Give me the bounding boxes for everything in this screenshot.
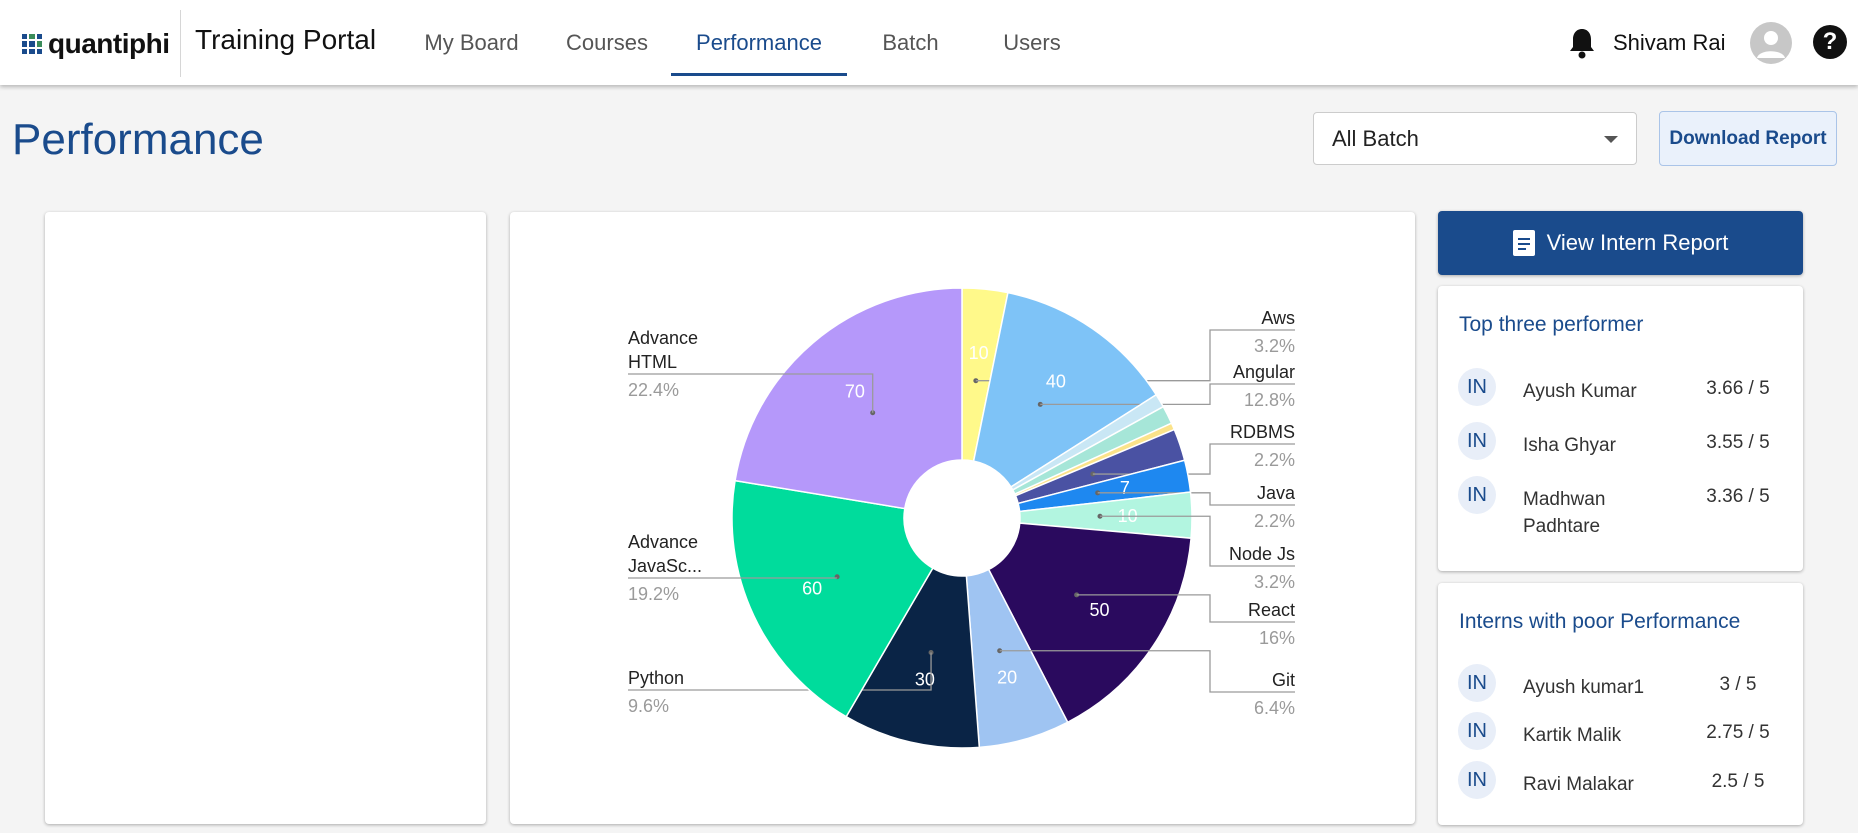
performer-score: 2.75 / 5 [1706, 722, 1770, 743]
logo-text: quantiphi [48, 28, 170, 59]
slice-value-label: 50 [1090, 600, 1110, 620]
performer-score: 2.5 / 5 [1711, 771, 1765, 792]
slice-category-label: JavaSc... [628, 556, 702, 576]
initials-badge: IN [1458, 368, 1496, 406]
top-performers-title: Top three performer [1459, 313, 1644, 336]
main-nav: My Board Courses Performance Batch Users [400, 0, 1090, 85]
performer-score: 3.36 / 5 [1706, 486, 1770, 507]
batch-select-value: All Batch [1332, 125, 1419, 151]
brand-logo[interactable]: quantiphi [22, 28, 170, 59]
bell-icon[interactable] [1568, 27, 1596, 59]
performer-name: Isha Ghyar [1523, 435, 1616, 456]
slice-category-label: Angular [1233, 362, 1295, 382]
slice-category-label: Aws [1261, 308, 1295, 328]
user-name[interactable]: Shivam Rai [1613, 30, 1725, 56]
course-performance-chart-card: 10 Aws 3.2% 40 Angular 12.8% RDBMS 2.2% 7 Java 2.2… [510, 212, 1415, 824]
slice-percent-label: 16% [1259, 628, 1295, 648]
slice-percent-label: 2.2% [1254, 450, 1295, 470]
slice-value-label: 7 [1120, 478, 1130, 498]
slice-percent-label: 3.2% [1254, 572, 1295, 592]
initials-badge: IN [1458, 664, 1496, 702]
app-title: Training Portal [195, 24, 377, 55]
slice-percent-label: 22.4% [628, 380, 679, 400]
performer-score: 3 / 5 [1719, 674, 1757, 695]
logo-mark-icon [22, 34, 42, 54]
slice-value-label: 10 [969, 343, 989, 363]
slice-category-label: Java [1257, 483, 1296, 503]
initials-badge: IN [1458, 422, 1496, 460]
nav-tab-courses[interactable]: Courses [543, 0, 671, 85]
nav-tab-batch[interactable]: Batch [847, 0, 974, 85]
slice-value-label: 30 [915, 669, 935, 689]
course-pie-chart: 10 Aws 3.2% 40 Angular 12.8% RDBMS 2.2% 7 Java 2.2… [628, 287, 1296, 749]
slice-category-label: Advance [628, 532, 698, 552]
slice-percent-label: 3.2% [1254, 336, 1295, 356]
performer-score: 3.55 / 5 [1706, 432, 1770, 453]
top-navigation-bar: quantiphi Training Portal My Board Cours… [0, 0, 1858, 85]
performer-name: Ayush kumar1 [1523, 677, 1645, 698]
empty-card [45, 212, 486, 824]
nav-tab-my-board[interactable]: My Board [400, 0, 543, 85]
slice-category-label: HTML [628, 352, 677, 372]
slice-percent-label: 12.8% [1244, 390, 1295, 410]
slice-value-label: 70 [845, 382, 865, 402]
slice-value-label: 60 [802, 579, 822, 599]
help-icon[interactable]: ? [1813, 25, 1847, 59]
chevron-down-icon [1604, 136, 1618, 143]
slice-category-label: React [1248, 600, 1295, 620]
initials-badge: IN [1458, 761, 1496, 799]
top-performers-card: Top three performer IN Ayush Kumar 3.66 … [1438, 286, 1803, 571]
page-title: Performance [12, 115, 264, 164]
header-divider [180, 10, 181, 77]
slice-category-label: Python [628, 668, 684, 688]
performer-score: 3.66 / 5 [1706, 378, 1770, 399]
slice-percent-label: 9.6% [628, 696, 669, 716]
document-icon [1512, 230, 1535, 256]
slice-category-label: Node Js [1229, 544, 1295, 564]
download-report-button[interactable]: Download Report [1659, 111, 1837, 166]
slice-value-label: 40 [1046, 372, 1066, 392]
performer-name: Kartik Malik [1523, 725, 1622, 746]
view-intern-report-label: View Intern Report [1546, 230, 1729, 255]
initials-badge: IN [1458, 476, 1496, 514]
slice-percent-label: 19.2% [628, 584, 679, 604]
slice-percent-label: 6.4% [1254, 698, 1295, 718]
view-intern-report-button[interactable]: View Intern Report [1438, 211, 1803, 275]
performer-name: Ayush Kumar [1523, 381, 1637, 402]
poor-performers-card: Interns with poor Performance IN Ayush k… [1438, 583, 1803, 825]
slice-percent-label: 2.2% [1254, 511, 1295, 531]
performer-name: Ravi Malakar [1523, 774, 1634, 795]
poor-performers-title: Interns with poor Performance [1459, 610, 1741, 633]
performer-name: Madhwan Padhtare [1523, 489, 1606, 537]
nav-tab-users[interactable]: Users [974, 0, 1090, 85]
nav-tab-performance[interactable]: Performance [671, 0, 847, 85]
initials-badge: IN [1458, 712, 1496, 750]
avatar-icon[interactable] [1750, 22, 1792, 64]
batch-select[interactable]: All Batch [1313, 112, 1637, 165]
slice-category-label: Git [1272, 670, 1295, 690]
slice-value-label: 20 [997, 667, 1017, 687]
slice-category-label: RDBMS [1230, 422, 1295, 442]
slice-category-label: Advance [628, 328, 698, 348]
